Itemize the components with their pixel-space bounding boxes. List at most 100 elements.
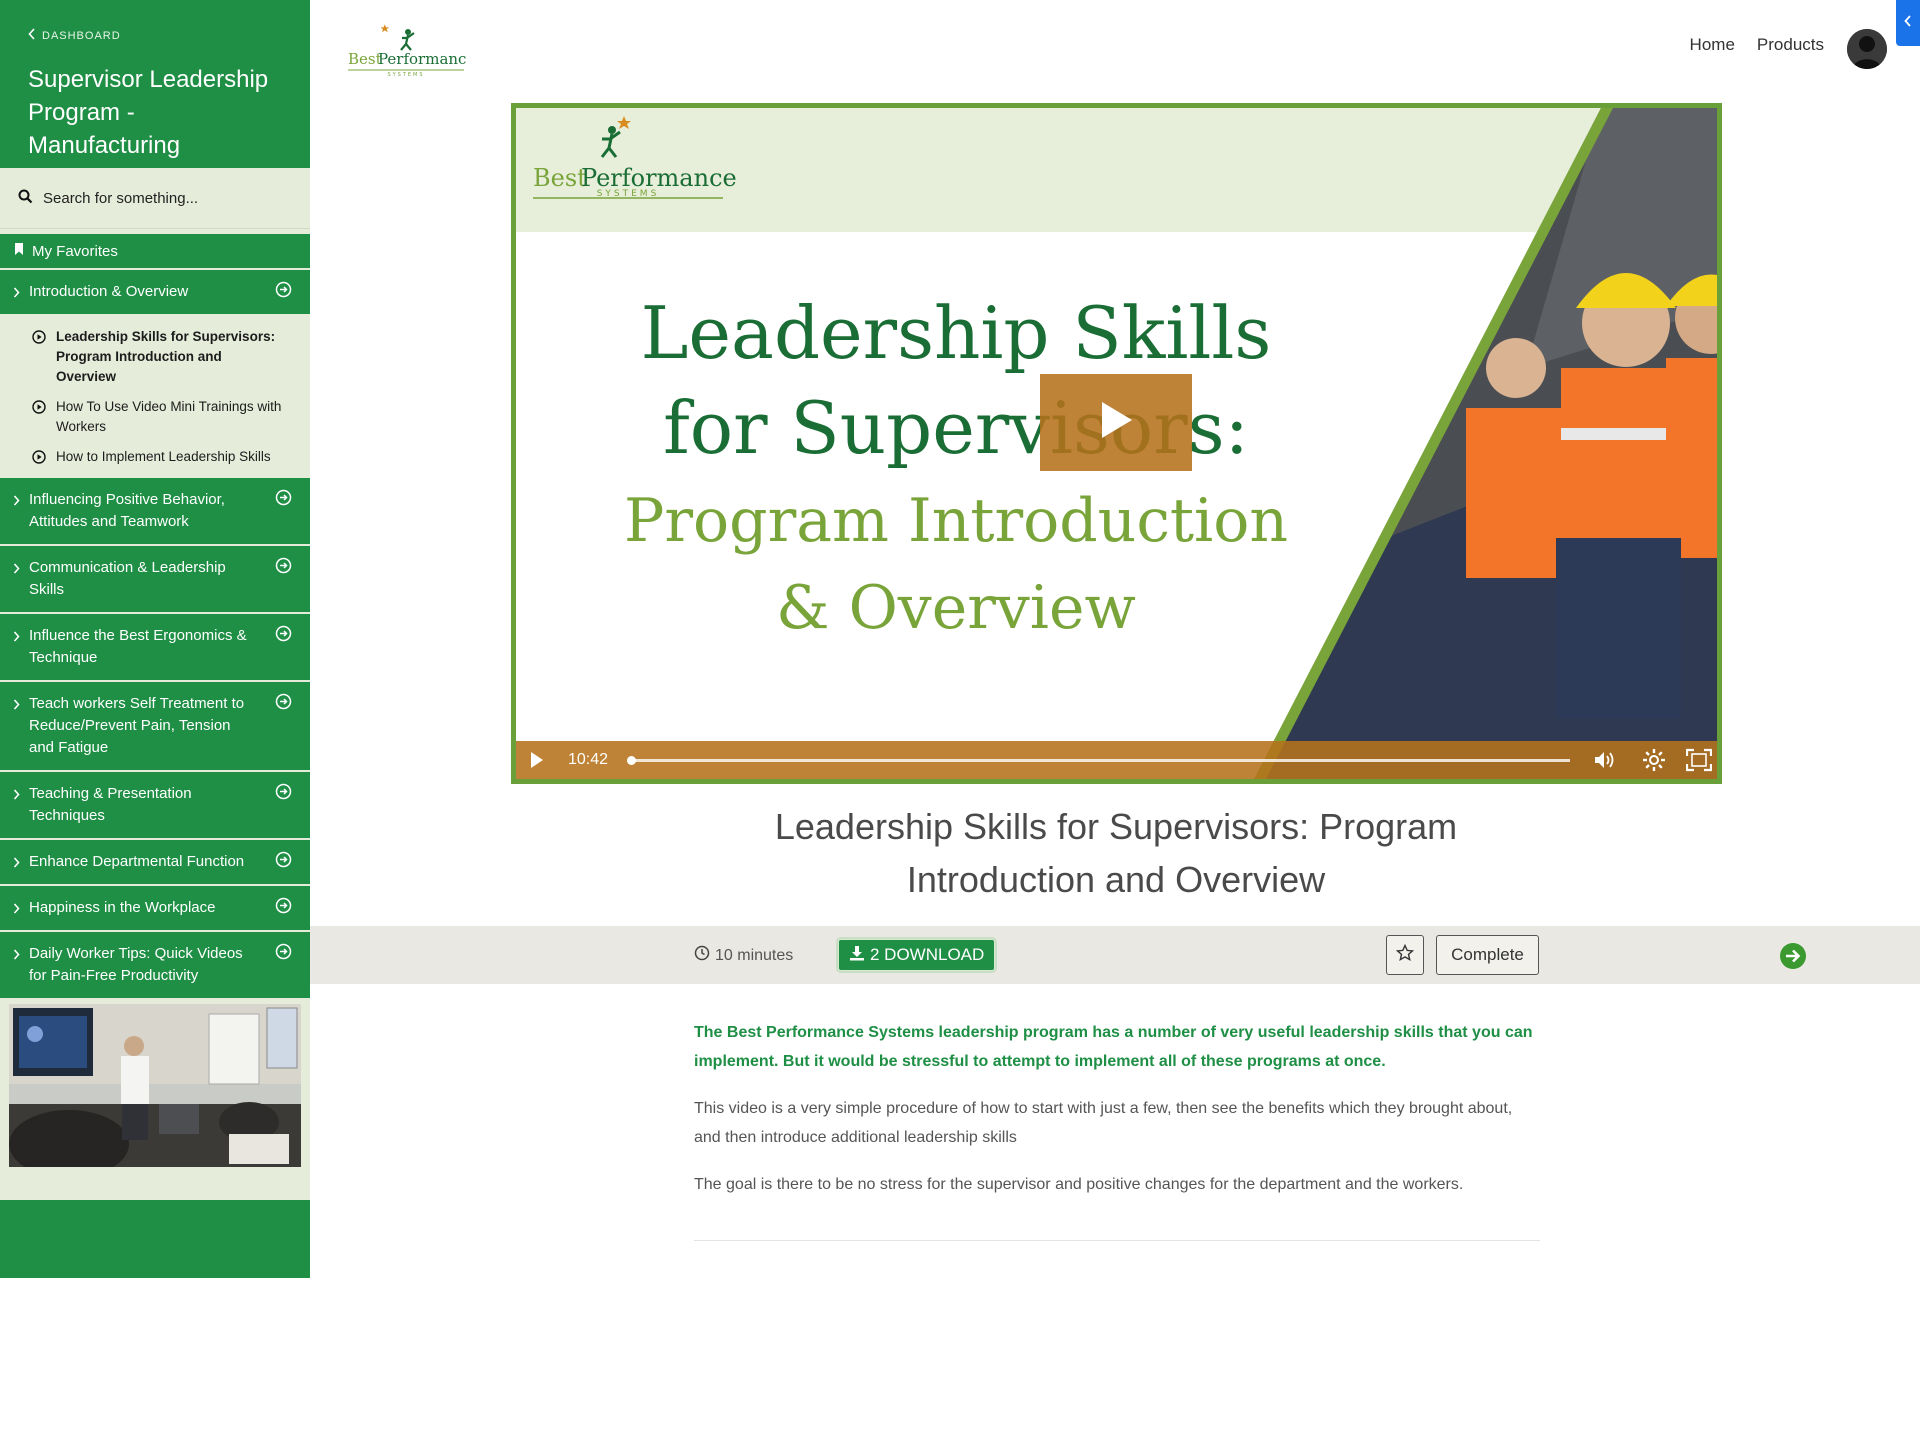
sidebar-section-daily-tips[interactable]: Daily Worker Tips: Quick Videos for Pain… [0,932,310,1000]
section-label: Daily Worker Tips: Quick Videos for Pain… [29,945,243,984]
arrow-circle-right-icon[interactable] [275,897,292,921]
section-label: Happiness in the Workplace [29,899,216,916]
chevron-right-icon [13,694,20,716]
video-title-line: for Supervisors: [663,386,1249,470]
lesson-duration: 10 minutes [694,945,793,966]
sidebar-section-ergonomics[interactable]: Influence the Best Ergonomics & Techniqu… [0,614,310,682]
chevron-left-icon [1904,14,1912,32]
lesson-item[interactable]: How To Use Video Mini Trainings with Wor… [0,392,300,442]
video-title-line: Program Introduction [624,486,1288,556]
chevron-right-icon [13,490,20,512]
user-avatar[interactable] [1847,29,1887,69]
arrow-circle-right-icon[interactable] [275,783,292,807]
logo-text-performance: Performance [378,50,466,68]
arrow-circle-right-icon[interactable] [275,489,292,513]
chevron-right-icon [13,944,20,966]
section-label: Enhance Departmental Function [29,853,245,870]
video-title-line: & Overview [776,573,1136,643]
sidebar-section-introduction[interactable]: Introduction & Overview [0,270,310,316]
video-title-line: Leadership Skills [640,291,1272,375]
arrow-circle-right-icon[interactable] [275,693,292,717]
lesson-label: How To Use Video Mini Trainings with Wor… [56,399,282,434]
play-circle-icon [32,330,46,350]
chevron-right-icon [13,626,20,648]
chevron-right-icon [13,282,20,304]
download-label: 2 DOWNLOAD [870,945,985,964]
top-navigation: Home Products [1690,35,1824,55]
sidebar-header: DASHBOARD Supervisor Leadership Program … [0,0,310,168]
sidebar-section-teaching[interactable]: Teaching & Presentation Techniques [0,772,310,840]
collapse-panel-tab[interactable] [1896,0,1920,46]
settings-gear-icon[interactable] [1642,748,1666,772]
description-lead: The Best Performance Systems leadership … [694,1024,1533,1070]
nav-home[interactable]: Home [1690,35,1735,55]
description-paragraph: The goal is there to be no stress for th… [694,1176,1464,1193]
lesson-label: Leadership Skills for Supervisors: Progr… [56,329,276,384]
brand-logo[interactable]: Best Performance SYSTEMS [346,24,475,78]
description-paragraph: This video is a very simple procedure of… [694,1100,1513,1146]
arrow-circle-right-icon [1779,943,1807,974]
download-icon [849,945,865,966]
volume-icon[interactable] [1593,749,1617,771]
dashboard-back-link[interactable]: DASHBOARD [28,28,282,43]
sidebar-section-influencing-behavior[interactable]: Influencing Positive Behavior, Attitudes… [0,478,310,546]
logo-text-best: Best [348,50,382,68]
progress-handle[interactable] [627,756,636,765]
chevron-right-icon [13,898,20,920]
course-title: Supervisor Leadership Program - Manufact… [28,66,269,159]
sidebar-section-self-treatment[interactable]: Teach workers Self Treatment to Reduce/P… [0,682,310,772]
chevron-right-icon [13,784,20,806]
bookmark-icon [14,242,24,260]
course-sidebar: DASHBOARD Supervisor Leadership Program … [0,0,310,1278]
video-logo-performance: Performance [581,164,737,192]
sidebar-section-communication[interactable]: Communication & Leadership Skills [0,546,310,614]
lesson-description: The Best Performance Systems leadership … [694,1018,1540,1217]
section-label: Influence the Best Ergonomics & Techniqu… [29,627,247,666]
lesson-item[interactable]: Leadership Skills for Supervisors: Progr… [0,322,300,392]
my-favorites-label: My Favorites [32,242,118,260]
sidebar-footer [0,1200,310,1278]
sidebar-section-happiness[interactable]: Happiness in the Workplace [0,886,310,932]
section-label: Teach workers Self Treatment to Reduce/P… [29,695,245,756]
play-icon[interactable] [530,751,544,769]
video-controls: 10:42 [516,741,1717,779]
content-divider [694,1240,1540,1241]
arrow-circle-right-icon[interactable] [275,851,292,875]
course-thumbnail-image [9,1004,301,1167]
video-duration: 10:42 [568,751,609,768]
chevron-right-icon [13,558,20,580]
section-label: Influencing Positive Behavior, Attitudes… [29,491,225,530]
next-lesson-button[interactable] [1779,942,1807,970]
favorite-button[interactable] [1386,935,1424,975]
play-circle-icon [32,450,46,470]
section-label: Communication & Leadership Skills [29,559,226,598]
video-logo-best: Best [533,164,587,192]
arrow-circle-right-icon[interactable] [275,281,292,305]
play-button-large[interactable] [1040,374,1192,471]
clock-icon [694,945,710,966]
sidebar-section-departmental[interactable]: Enhance Departmental Function [0,840,310,886]
complete-button[interactable]: Complete [1436,935,1539,975]
lesson-item[interactable]: How to Implement Leadership Skills [0,442,300,472]
my-favorites-link[interactable]: My Favorites [0,234,310,270]
star-icon [1395,943,1415,967]
search-icon [18,189,33,208]
nav-products[interactable]: Products [1757,35,1824,55]
search-input[interactable] [43,189,283,207]
arrow-circle-right-icon[interactable] [275,943,292,967]
arrow-circle-right-icon[interactable] [275,625,292,649]
download-button[interactable]: 2 DOWNLOAD [838,939,996,971]
fullscreen-icon[interactable] [1686,748,1712,772]
play-icon [1098,400,1134,445]
lesson-action-bar: 10 minutes 2 DOWNLOAD Complete [310,926,1920,984]
lesson-label: How to Implement Leadership Skills [56,449,271,464]
video-progress-bar[interactable] [627,756,1570,765]
arrow-circle-right-icon[interactable] [275,557,292,581]
dashboard-back-label: DASHBOARD [42,29,121,42]
lesson-title: Leadership Skills for Supervisors: Progr… [774,806,1458,900]
section-label: Teaching & Presentation Techniques [29,785,192,824]
chevron-right-icon [13,852,20,874]
lesson-duration-text: 10 minutes [715,946,794,964]
video-player[interactable]: Best Performance SYSTEMS Leadership Skil… [511,103,1722,784]
chevron-left-icon [28,28,36,43]
